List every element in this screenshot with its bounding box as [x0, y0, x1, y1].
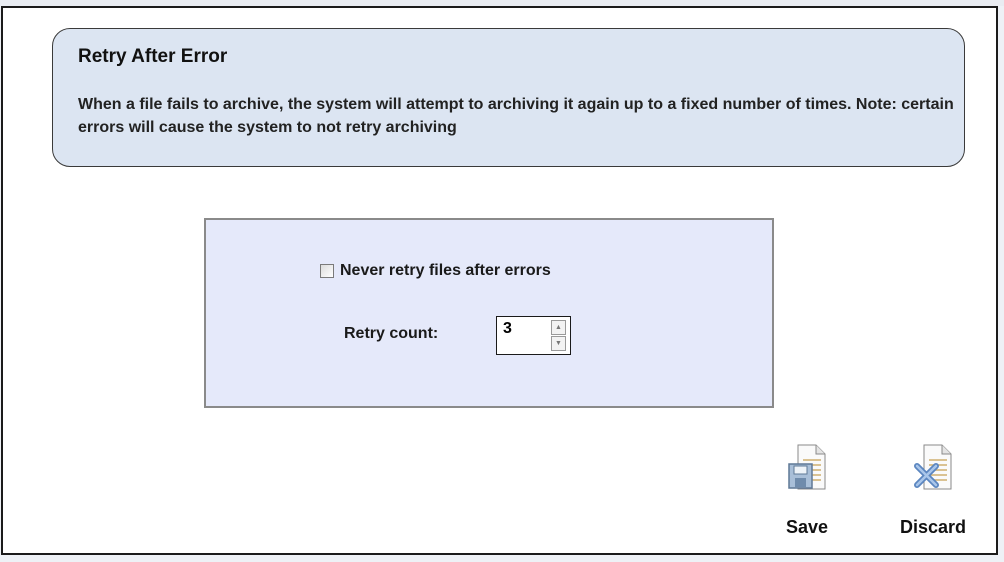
info-box: Retry After Error When a file fails to a…: [52, 28, 965, 167]
save-button[interactable]: Save: [762, 444, 852, 538]
never-retry-row[interactable]: Never retry files after errors: [320, 261, 551, 281]
retry-count-label: Retry count:: [344, 325, 439, 342]
spin-up-button[interactable]: ▲: [551, 320, 566, 335]
never-retry-checkbox[interactable]: [320, 264, 334, 278]
retry-count-value[interactable]: 3: [503, 320, 512, 338]
never-retry-label: Never retry files after errors: [340, 262, 551, 279]
info-description: When a file fails to archive, the system…: [78, 96, 954, 136]
save-document-icon: [788, 444, 826, 490]
save-label: Save: [785, 517, 829, 537]
discard-label: Discard: [899, 517, 967, 537]
discard-button[interactable]: Discard: [888, 444, 978, 538]
settings-panel: Never retry files after errors Retry cou…: [204, 218, 774, 408]
chevron-up-icon: ▲: [555, 324, 562, 331]
chevron-down-icon: ▼: [555, 340, 562, 347]
spin-down-button[interactable]: ▼: [551, 336, 566, 351]
info-title: Retry After Error: [78, 46, 228, 67]
discard-document-icon: [914, 444, 952, 490]
retry-count-stepper[interactable]: 3 ▲ ▼: [496, 316, 571, 355]
